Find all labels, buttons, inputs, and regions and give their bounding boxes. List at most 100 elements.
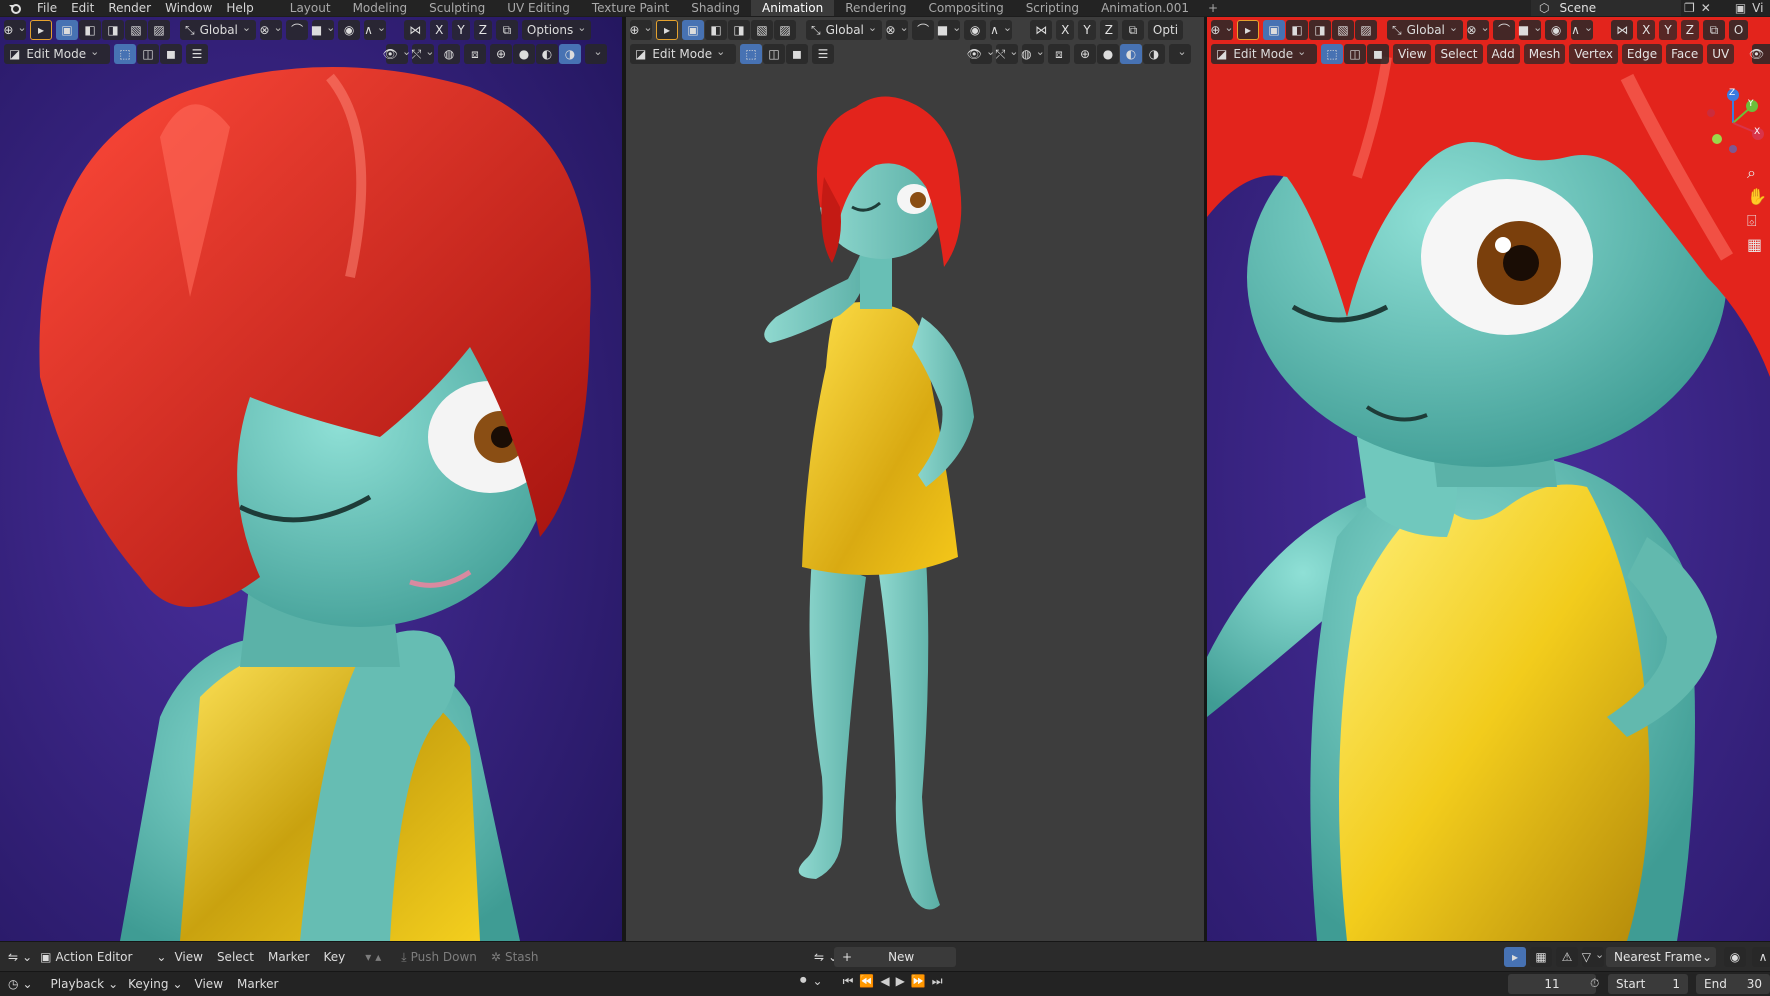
select-new-icon[interactable]: ▣ bbox=[56, 20, 78, 40]
snap-target-icon[interactable]: ■ bbox=[1518, 20, 1542, 40]
proportional-edit-icon[interactable]: ◉ bbox=[964, 20, 987, 40]
select-subtract-icon[interactable]: ◨ bbox=[1309, 20, 1331, 40]
visibility-icon[interactable]: 👁 bbox=[383, 44, 408, 64]
transform-orientation-dropdown[interactable]: ⤡ Global bbox=[180, 20, 257, 40]
hamburger-menu-icon[interactable]: ☰ bbox=[812, 44, 834, 64]
rendered-shading-icon[interactable]: ◑ bbox=[1143, 44, 1165, 64]
transform-orientation-dropdown[interactable]: ⤡ Global bbox=[1387, 20, 1464, 40]
select-tool-icon[interactable]: ▸ bbox=[30, 20, 52, 40]
mirror-icon[interactable]: ⋈ bbox=[1030, 20, 1053, 40]
show-hidden-icon[interactable]: ▦ bbox=[1530, 947, 1552, 967]
mode-dropdown[interactable]: ◪ Edit Mode bbox=[630, 44, 736, 64]
falloff-icon[interactable]: ∧ bbox=[1571, 20, 1594, 40]
zoom-icon[interactable]: ⌕ bbox=[1747, 165, 1767, 181]
mirror-axis-z[interactable]: Z bbox=[1680, 20, 1699, 40]
editor-type-dropdown[interactable]: ⇋ ⌄ bbox=[8, 951, 32, 963]
mode-dropdown[interactable]: ◪ Edit Mode bbox=[4, 44, 110, 64]
snap-mode-dropdown[interactable]: Nearest Frame ⌄ bbox=[1606, 947, 1716, 967]
select-intersect-icon[interactable]: ▨ bbox=[1355, 20, 1377, 40]
menu-face[interactable]: Face bbox=[1666, 44, 1704, 64]
transform-orientation-dropdown[interactable]: ⤡ Global bbox=[806, 20, 883, 40]
mirror-axis-y[interactable]: Y bbox=[1078, 20, 1096, 40]
tab-scripting[interactable]: Scripting bbox=[1015, 0, 1090, 16]
select-subtract-icon[interactable]: ◨ bbox=[728, 20, 750, 40]
current-frame-field[interactable]: 11 bbox=[1508, 974, 1596, 994]
stash-button[interactable]: ✲ Stash bbox=[491, 950, 539, 964]
new-scene-icon[interactable]: ❐ bbox=[1684, 2, 1695, 14]
select-new-icon[interactable]: ▣ bbox=[1263, 20, 1285, 40]
view-layer-icon[interactable]: ▣ bbox=[1735, 2, 1746, 14]
select-tool-icon[interactable]: ▸ bbox=[656, 20, 678, 40]
menu-select[interactable]: Select bbox=[1435, 44, 1483, 64]
menu-view[interactable]: View bbox=[174, 950, 202, 964]
falloff-icon[interactable]: ∧ bbox=[364, 20, 387, 40]
editor-type-icon[interactable]: ⊕ bbox=[3, 20, 26, 40]
tab-animation-001[interactable]: Animation.001 bbox=[1090, 0, 1200, 16]
menu-add[interactable]: Add bbox=[1486, 44, 1520, 64]
vertex-select-icon[interactable]: ⬚ bbox=[114, 44, 136, 64]
visibility-icon[interactable]: 👁 bbox=[967, 44, 992, 64]
delete-scene-icon[interactable]: ✕ bbox=[1701, 2, 1711, 14]
select-subtract-icon[interactable]: ◨ bbox=[102, 20, 124, 40]
menu-playback[interactable]: Playback ⌄ bbox=[51, 977, 119, 991]
blender-logo-icon[interactable] bbox=[0, 0, 30, 16]
navigation-gizmo[interactable]: Z Y X bbox=[1695, 77, 1765, 167]
overlay-icon[interactable]: ◍ bbox=[1021, 44, 1044, 64]
select-extend-icon[interactable]: ◧ bbox=[79, 20, 101, 40]
mirror-axis-x[interactable]: X bbox=[1056, 20, 1075, 40]
material-shading-icon[interactable]: ◐ bbox=[1120, 44, 1142, 64]
viewport-right[interactable]: ⊕ ▸ ▣ ◧ ◨ ▧ ▨ ⤡ Global ⊗ ⌒ ■ ◉ ∧ ⋈ X Y Z … bbox=[1207, 17, 1770, 941]
select-intersect-icon[interactable]: ▨ bbox=[148, 20, 170, 40]
viewport-left[interactable]: ⊕ ▸ ▣ ◧ ◨ ▧ ▨ ⤡Global ⊗ ⌒ ■ ◉ ∧ ⋈ X Y Z … bbox=[0, 17, 622, 941]
select-invert-icon[interactable]: ▧ bbox=[125, 20, 147, 40]
options-dropdown[interactable]: Options bbox=[521, 20, 592, 40]
play-icon[interactable]: ▶ bbox=[896, 975, 905, 987]
menu-view[interactable]: View bbox=[195, 977, 223, 991]
menu-select[interactable]: Select bbox=[217, 950, 254, 964]
next-keyframe-icon[interactable]: ⏩ bbox=[911, 975, 926, 987]
scene-selector[interactable]: ⬡ Scene bbox=[1531, 0, 1681, 16]
menu-edge[interactable]: Edge bbox=[1621, 44, 1663, 64]
menu-keying[interactable]: Keying ⌄ bbox=[128, 977, 182, 991]
snap-icon[interactable]: ⌒ bbox=[286, 20, 309, 40]
menu-uv[interactable]: UV bbox=[1707, 44, 1735, 64]
proportional-edit-icon[interactable]: ◉ bbox=[338, 20, 361, 40]
rendered-shading-icon[interactable]: ◑ bbox=[559, 44, 581, 64]
visibility-icon[interactable]: 👁 bbox=[1749, 44, 1770, 64]
vertex-select-icon[interactable]: ⬚ bbox=[1321, 44, 1343, 64]
timeline-editor-type[interactable]: ◷ ⌄ bbox=[8, 978, 33, 990]
tab-shading[interactable]: Shading bbox=[680, 0, 751, 16]
edge-select-icon[interactable]: ◫ bbox=[137, 44, 159, 64]
pivot-point-icon[interactable]: ⊗ bbox=[1466, 20, 1490, 40]
hamburger-menu-icon[interactable]: ☰ bbox=[186, 44, 208, 64]
editor-type-icon[interactable]: ⊕ bbox=[629, 20, 652, 40]
solid-shading-icon[interactable]: ● bbox=[1097, 44, 1119, 64]
mirror-axis-y[interactable]: Y bbox=[452, 20, 470, 40]
proportional-edit-icon[interactable]: ◉ bbox=[1724, 947, 1746, 967]
edge-select-icon[interactable]: ◫ bbox=[1344, 44, 1366, 64]
prev-keyframe-icon[interactable]: ⏪ bbox=[859, 975, 874, 987]
grid-perspective-icon[interactable]: ▦ bbox=[1747, 237, 1767, 253]
topology-mirror-icon[interactable]: ⧉ bbox=[1121, 20, 1144, 40]
menu-key[interactable]: Key bbox=[323, 950, 345, 964]
face-select-icon[interactable]: ◼ bbox=[1367, 44, 1389, 64]
layer-arrows[interactable]: ▾ ▴ bbox=[365, 951, 381, 963]
tab-modeling[interactable]: Modeling bbox=[342, 0, 419, 16]
select-tool-icon[interactable]: ▸ bbox=[1237, 20, 1259, 40]
jump-end-icon[interactable]: ⏭ bbox=[932, 975, 943, 987]
start-frame-field[interactable]: Start 1 bbox=[1608, 974, 1688, 994]
falloff-icon[interactable]: ∧ bbox=[1752, 947, 1770, 967]
options-dropdown[interactable]: Opti bbox=[1147, 20, 1184, 40]
select-extend-icon[interactable]: ◧ bbox=[705, 20, 727, 40]
pan-hand-icon[interactable]: ✋ bbox=[1747, 189, 1767, 205]
select-new-icon[interactable]: ▣ bbox=[682, 20, 704, 40]
overlay-icon[interactable]: ◍ bbox=[438, 44, 460, 64]
tab-rendering[interactable]: Rendering bbox=[834, 0, 917, 16]
snap-target-icon[interactable]: ■ bbox=[937, 20, 961, 40]
only-selected-icon[interactable]: ▸ bbox=[1504, 947, 1526, 967]
mirror-axis-z[interactable]: Z bbox=[1099, 20, 1118, 40]
material-shading-icon[interactable]: ◐ bbox=[536, 44, 558, 64]
shading-options-icon[interactable] bbox=[1169, 44, 1191, 64]
mode-dropdown[interactable]: ◪ Edit Mode bbox=[1211, 44, 1317, 64]
gizmo-icon[interactable]: ⤲ bbox=[996, 44, 1018, 64]
